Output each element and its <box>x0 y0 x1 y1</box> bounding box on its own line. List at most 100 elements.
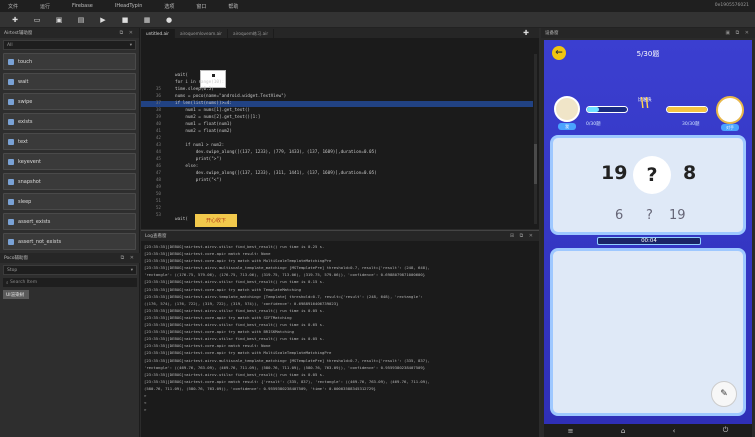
editor-scrollbar[interactable] <box>534 54 537 224</box>
ide-window: 文件 运行 Firebase IHeadTypin 选项 窗口 帮助 0e190… <box>0 0 755 437</box>
code-line: dev.swipe_along([(137, 1233), (311, 1441… <box>175 171 377 176</box>
poco-panel-body: Stop ▾ ⌕ Search Item UI渲染树 <box>0 265 140 299</box>
log-line: [23:35:35][DEBUG]<airtest.core.api> try … <box>144 314 292 320</box>
back-icon[interactable]: ‹ <box>673 427 676 435</box>
menu-options[interactable]: 选项 <box>164 3 174 10</box>
opponent-progress-bar <box>666 106 708 113</box>
log-panel-title: Log查看窗 <box>145 234 167 239</box>
poco-search-placeholder: Search Item <box>9 280 38 285</box>
scrollbar-thumb[interactable] <box>534 144 537 184</box>
player-name-badge: 我 <box>558 123 576 130</box>
api-button-keyevent[interactable]: keyevent <box>3 153 136 170</box>
image-template-button[interactable]: 开心收下 <box>195 214 237 227</box>
log-line: 'rectangle': ((176.75, 579.06), (176.75,… <box>144 272 426 278</box>
code-line: nums = poco(name="android.widget.TextVie… <box>175 94 287 99</box>
player-progress-fill <box>587 107 599 112</box>
tab-airoquem-practice[interactable]: airoquem练习.air <box>228 29 275 38</box>
line-number: 48 <box>155 178 161 183</box>
code-line: num1 = nums[1].get_text() <box>175 108 251 113</box>
menu-window[interactable]: 窗口 <box>196 3 206 10</box>
stop-icon[interactable]: ■ <box>118 14 132 26</box>
menu-iheadtypin[interactable]: IHeadTypin <box>115 3 143 9</box>
device-panel-header: 设备窗 ▣ ⧉ ✕ <box>541 28 755 38</box>
panel-controls-icon[interactable]: ⧉ ✕ <box>121 255 136 261</box>
home-icon[interactable]: ⌂ <box>621 427 625 435</box>
opponent-avatar <box>716 96 744 124</box>
poco-mode-select[interactable]: Stop ▾ <box>3 265 137 275</box>
api-button-sleep[interactable]: sleep <box>3 193 136 210</box>
log-line: < <box>144 400 147 406</box>
api-button-swipe[interactable]: swipe <box>3 93 136 110</box>
poco-search-input[interactable]: ⌕ Search Item <box>3 278 137 287</box>
power-icon[interactable]: ⏻ <box>723 426 729 435</box>
line-number: 49 <box>155 185 161 190</box>
next-answer-mark: ? <box>646 208 653 223</box>
menu-file[interactable]: 文件 <box>8 3 18 10</box>
code-line: if len(list(nums))>=4: <box>175 101 232 106</box>
line-number: 46 <box>155 164 161 169</box>
open-folder-icon[interactable]: ▭ <box>30 14 44 26</box>
log-line: [23:35:35][DEBUG]<airtest.core.api> try … <box>144 350 332 356</box>
run-icon[interactable]: ▶ <box>96 14 110 26</box>
poco-mode-value: Stop <box>7 267 18 273</box>
line-number: 52 <box>155 206 161 211</box>
tab-airoquemloveam[interactable]: airoquemloveam.air <box>175 29 229 38</box>
api-button-snapshot[interactable]: snapshot <box>3 173 136 190</box>
device-panel: 设备窗 ▣ ⧉ ✕ ← 5/30题 我 0/30题 比谁快 \\ 30/30题 … <box>541 28 755 437</box>
save-all-icon[interactable]: ▤ <box>74 14 88 26</box>
editor-tab-bar: untitled.air airoquemloveam.air airoquem… <box>141 28 539 38</box>
left-number: 19 <box>601 162 628 184</box>
api-button-wait[interactable]: wait <box>3 73 136 90</box>
line-number: 36 <box>155 94 161 99</box>
device-panel-title: 设备窗 <box>545 31 559 36</box>
right-number: 8 <box>683 162 697 184</box>
airtest-filter-select[interactable]: All ▾ <box>3 40 136 50</box>
poco-panel-title: Poco辅助窗 <box>4 256 29 261</box>
report-icon[interactable]: ▦ <box>140 14 154 26</box>
tab-untitled[interactable]: untitled.air <box>141 29 175 38</box>
assert-not-exists-icon <box>8 238 14 245</box>
player-avatar <box>554 96 580 122</box>
save-icon[interactable]: ▣ <box>52 14 66 26</box>
api-button-text[interactable]: text <box>3 133 136 150</box>
code-line: else: <box>175 164 199 169</box>
log-line: [23:35:35][DEBUG]<airtest.core.api> matc… <box>144 343 271 349</box>
api-button-assert-not-exists[interactable]: assert_not_exists <box>3 233 136 250</box>
drawing-area[interactable]: ✎ <box>550 248 746 416</box>
log-line: [23:35:35][DEBUG]<airtest.core.api> try … <box>144 329 294 335</box>
code-line: print(">") <box>175 157 222 162</box>
api-button-assert-exists[interactable]: assert_exists <box>3 213 136 230</box>
line-number: 45 <box>155 157 161 162</box>
log-line: (580.76, 711.09), (580.76, 763.09)), 'co… <box>144 385 376 391</box>
menu-help[interactable]: 帮助 <box>228 3 238 10</box>
api-button-exists[interactable]: exists <box>3 113 136 130</box>
eraser-icon: ✎ <box>720 389 728 399</box>
menu-run[interactable]: 运行 <box>40 3 50 10</box>
api-button-touch[interactable]: touch <box>3 53 136 70</box>
code-line: wait( <box>175 73 188 78</box>
line-number: 35 <box>155 87 161 92</box>
device-screen[interactable]: ← 5/30题 我 0/30题 比谁快 \\ 30/30题 对手 19 ? 8 … <box>544 40 752 424</box>
new-file-icon[interactable]: ✚ <box>8 14 22 26</box>
panel-controls-icon[interactable]: ▣ ⧉ ✕ <box>725 30 751 36</box>
menu-firebase[interactable]: Firebase <box>72 3 93 9</box>
code-area[interactable]: wait( for i in range(10): 35 time.sleep(0… <box>141 40 539 229</box>
code-line: wait( <box>175 217 188 222</box>
eraser-button[interactable]: ✎ <box>711 381 737 407</box>
menu-icon[interactable]: ≡ <box>568 427 574 435</box>
code-line: for i in range(10): <box>175 80 225 85</box>
panel-controls-icon[interactable]: ⧉ ✕ <box>120 30 135 36</box>
next-left-number: 6 <box>615 208 624 223</box>
panel-controls-icon[interactable]: ⊞ ⧉ ✕ <box>510 233 535 239</box>
log-line: [23:35:35][DEBUG]<airtest.aircv.multisca… <box>144 265 430 271</box>
api-button-label: keyevent <box>18 158 41 165</box>
record-icon[interactable]: ● <box>162 14 176 26</box>
log-output[interactable]: [23:35:35][DEBUG]<airtest.aircv.utils> f… <box>144 243 536 413</box>
log-line: 'rectangle': ((469.76, 763.09), (469.76,… <box>144 364 426 370</box>
log-viewer: Log查看窗 ⊞ ⧉ ✕ [23:35:35][DEBUG]<airtest.a… <box>141 230 539 437</box>
script-editor: untitled.air airoquemloveam.air airoquem… <box>141 28 539 229</box>
code-line: num2 = nums[2].get_text()[1:] <box>175 115 261 120</box>
add-tab-icon[interactable]: ✚ <box>523 29 529 37</box>
poco-tree-node[interactable]: UI渲染树 <box>3 290 29 299</box>
image-template-thumbnail[interactable] <box>200 70 226 88</box>
